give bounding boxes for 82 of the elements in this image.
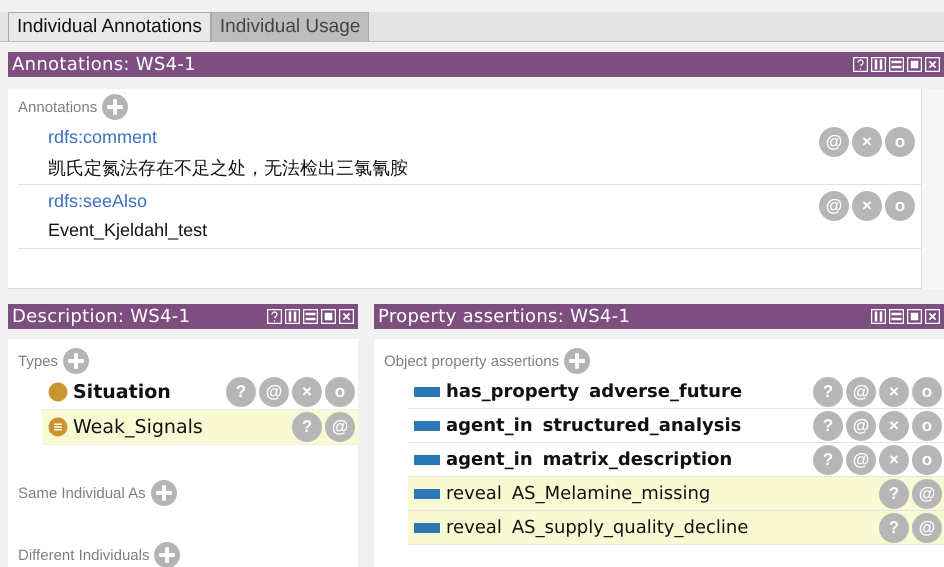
maximize-icon[interactable]	[907, 309, 922, 324]
action-button[interactable]: o	[912, 444, 942, 474]
panel-title: Annotations: WS4-1	[12, 54, 196, 75]
close-icon[interactable]	[925, 57, 940, 72]
annotation-property[interactable]: rdfs:comment	[48, 127, 408, 148]
annotation-value: 凯氏定氮法存在不足之处，无法检出三氯氰胺	[48, 157, 408, 180]
action-button[interactable]: @	[846, 444, 876, 474]
property-name: agent_in	[446, 415, 533, 436]
action-button[interactable]: @	[819, 191, 849, 221]
object-property-icon	[414, 522, 440, 532]
split-horizontal-icon[interactable]	[889, 309, 904, 324]
class-name: Situation	[73, 381, 171, 403]
split-vertical-icon[interactable]	[871, 309, 886, 324]
split-horizontal-icon[interactable]	[889, 57, 904, 72]
action-button[interactable]: o	[885, 127, 915, 157]
maximize-icon[interactable]	[907, 57, 922, 72]
action-button[interactable]: ×	[879, 376, 909, 406]
action-button[interactable]: @	[819, 127, 849, 157]
action-button[interactable]: @	[912, 478, 942, 508]
action-button[interactable]: ?	[879, 478, 909, 508]
action-button[interactable]: @	[912, 512, 942, 542]
type-row[interactable]: Situation ? @ × o	[42, 375, 358, 410]
action-button[interactable]: o	[325, 377, 355, 407]
individual-name: AS_Melamine_missing	[512, 483, 710, 504]
property-name: reveal	[446, 483, 502, 504]
action-button[interactable]: ×	[879, 410, 909, 440]
close-icon[interactable]	[925, 309, 940, 324]
annotation-property[interactable]: rdfs:seeAlso	[48, 191, 208, 212]
action-button[interactable]: @	[846, 376, 876, 406]
annotation-value: Event_Kjeldahl_test	[48, 220, 208, 241]
split-vertical-icon[interactable]	[871, 57, 886, 72]
property-name: has_property	[446, 381, 580, 402]
action-button[interactable]: ×	[852, 127, 882, 157]
split-horizontal-icon[interactable]	[303, 309, 318, 324]
maximize-icon[interactable]	[321, 309, 336, 324]
section-label: Types	[18, 352, 58, 370]
action-button[interactable]: ?	[813, 444, 843, 474]
assertion-row[interactable]: reveal AS_supply_quality_decline ? @	[408, 511, 944, 545]
assertion-row[interactable]: agent_in structured_analysis ? @ × o	[408, 409, 944, 443]
class-icon	[48, 417, 68, 437]
section-label: Different Individuals	[18, 546, 150, 564]
action-button[interactable]: ×	[879, 444, 909, 474]
action-button[interactable]: @	[846, 410, 876, 440]
action-button[interactable]: ?	[813, 410, 843, 440]
split-vertical-icon[interactable]	[285, 309, 300, 324]
class-name: Weak_Signals	[73, 416, 203, 438]
action-button[interactable]: ×	[852, 191, 882, 221]
panel-title: Description: WS4-1	[12, 306, 190, 327]
tab[interactable]: Individual Annotations	[8, 12, 211, 41]
action-button[interactable]: ?	[813, 376, 843, 406]
action-button[interactable]: o	[885, 191, 915, 221]
individual-name: matrix_description	[542, 449, 732, 470]
section-label: Same Individual As	[18, 484, 146, 502]
assertion-row[interactable]: reveal AS_Melamine_missing ? @	[408, 477, 944, 511]
property-name: agent_in	[446, 449, 533, 470]
type-row[interactable]: Weak_Signals ? @	[42, 410, 358, 445]
assertion-row[interactable]: has_property adverse_future ? @ × o	[408, 375, 944, 409]
tab[interactable]: Individual Usage	[210, 12, 370, 41]
panel-title: Property assertions: WS4-1	[378, 306, 630, 327]
close-icon[interactable]	[339, 309, 354, 324]
individual-name: AS_supply_quality_decline	[512, 517, 748, 538]
action-button[interactable]: o	[912, 376, 942, 406]
action-button[interactable]: ?	[292, 412, 322, 442]
action-button[interactable]: ?	[226, 377, 256, 407]
property-name: reveal	[446, 517, 502, 538]
help-icon[interactable]	[267, 309, 282, 324]
object-property-icon	[414, 420, 440, 430]
individual-name: structured_analysis	[542, 415, 742, 436]
action-button[interactable]: o	[912, 410, 942, 440]
section-label: Object property assertions	[384, 352, 560, 370]
object-property-icon	[414, 488, 440, 498]
scrollbar[interactable]	[921, 89, 944, 289]
action-button[interactable]: @	[325, 412, 355, 442]
individual-name: adverse_future	[589, 381, 742, 402]
action-button[interactable]: ×	[292, 377, 322, 407]
object-property-icon	[414, 386, 440, 396]
action-button[interactable]: @	[259, 377, 289, 407]
object-property-icon	[414, 454, 440, 464]
action-button[interactable]: ?	[879, 512, 909, 542]
section-label: Annotations	[18, 98, 98, 116]
help-icon[interactable]	[853, 57, 868, 72]
class-icon	[48, 382, 68, 402]
